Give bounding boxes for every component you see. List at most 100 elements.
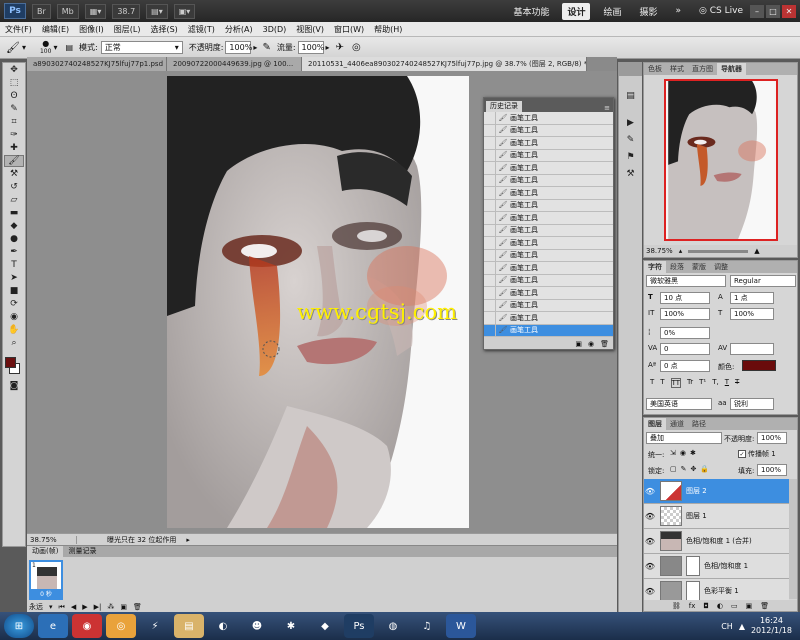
unify-position-icon[interactable]: ⇲ — [670, 449, 676, 457]
opacity-slider-icon[interactable]: ▸ — [253, 43, 257, 52]
history-brush-source-checkbox[interactable] — [484, 124, 496, 137]
quick-mask-icon[interactable]: ◙ — [4, 380, 24, 392]
minimize-button[interactable]: – — [750, 4, 764, 18]
layer-row-layer1[interactable]: 👁 图层 1 — [644, 504, 789, 529]
doc-tab-3[interactable]: 20110531_4406ea890302740248527KJ75lfuj77… — [302, 57, 587, 71]
text-color-swatch[interactable] — [742, 360, 776, 371]
gradient-tool-icon[interactable]: ▬ — [4, 207, 24, 219]
start-button[interactable]: ⊞ — [4, 614, 34, 638]
eraser-tool-icon[interactable]: ▱ — [4, 194, 24, 206]
workspace-design[interactable]: 设计 — [562, 2, 591, 20]
tab-animation[interactable]: 动画(帧) — [27, 546, 64, 557]
doc-tab-1[interactable]: a890302740248527KJ75lfuj77p1.psd — [27, 57, 167, 71]
strikethrough-button[interactable]: T — [735, 378, 739, 388]
tab-masks[interactable]: 蒙版 — [688, 261, 710, 273]
move-tool-icon[interactable]: ✥ — [4, 64, 24, 76]
lasso-tool-icon[interactable]: ʘ — [4, 90, 24, 102]
pressure-opacity-icon[interactable]: ✎ — [262, 42, 270, 53]
unify-style-icon[interactable]: ✱ — [690, 449, 696, 457]
layer-blend-mode-select[interactable]: 叠加 — [646, 432, 722, 444]
history-brush-source-checkbox[interactable] — [484, 211, 496, 224]
doc-tab-2[interactable]: 20090722000449639.jpg @ 100... — [167, 57, 302, 71]
history-brush-source-checkbox[interactable] — [484, 299, 496, 312]
tool-preset-dropdown-icon[interactable]: ▾ — [22, 43, 26, 52]
add-mask-icon[interactable]: ◘ — [703, 602, 709, 610]
zoom-level-field[interactable]: 38.7 — [112, 3, 141, 19]
subscript-button[interactable]: T, — [712, 378, 719, 388]
brush-dock-icon[interactable]: ✎ — [621, 132, 641, 148]
layer-row-hue-sat-merged[interactable]: 👁 色相/饱和度 1 (合并) — [644, 529, 789, 554]
menu-image[interactable]: 图像(I) — [74, 24, 109, 35]
language-tray-icon[interactable]: CH — [721, 622, 733, 631]
superscript-button[interactable]: T¹ — [699, 378, 706, 388]
frame-delay[interactable]: 0 秒 — [31, 589, 61, 598]
pen-tool-icon[interactable]: ✒ — [4, 246, 24, 258]
pressure-size-icon[interactable]: ◎ — [352, 42, 361, 53]
zoom-in-icon[interactable]: ▲ — [754, 247, 759, 255]
tab-adjustments[interactable]: 调整 — [710, 261, 732, 273]
tab-histogram[interactable]: 直方图 — [688, 63, 717, 75]
workspace-photography[interactable]: 摄影 — [635, 3, 663, 20]
navigator-preview[interactable] — [664, 79, 778, 241]
dodge-tool-icon[interactable]: ● — [4, 233, 24, 245]
history-state[interactable]: 🖌 画笔工具 — [484, 286, 613, 300]
duplicate-frame-icon[interactable]: ▣ — [120, 603, 127, 611]
history-brush-source-checkbox[interactable] — [484, 136, 496, 149]
tool-icon[interactable]: ◐ — [208, 614, 238, 638]
layers-scrollbar[interactable] — [789, 479, 797, 599]
maya-icon[interactable]: ⚡ — [140, 614, 170, 638]
qq-icon[interactable]: ☻ — [242, 614, 272, 638]
zoom-tool-icon[interactable]: ⌕ — [4, 337, 24, 349]
loop-chevron-icon[interactable]: ▾ — [49, 603, 53, 611]
brush-panel-toggle-icon[interactable]: ▤ — [65, 43, 73, 52]
panel-menu-icon[interactable]: ≡ — [604, 104, 610, 112]
crop-tool-icon[interactable]: ⌗ — [4, 116, 24, 128]
tab-paths[interactable]: 路径 — [688, 418, 710, 430]
font-style-select[interactable]: Regular — [730, 275, 796, 287]
history-brush-source-checkbox[interactable] — [484, 324, 496, 337]
word-icon[interactable]: W — [446, 614, 476, 638]
history-brush-source-checkbox[interactable] — [484, 311, 496, 324]
brush-tool-icon[interactable]: 🖌 — [6, 41, 20, 54]
tab-navigator[interactable]: 导航器 — [717, 63, 746, 75]
arrange-docs-button[interactable]: ▤▾ — [146, 3, 168, 19]
language-select[interactable]: 美国英语 — [646, 398, 712, 410]
flow-field[interactable]: 100% — [297, 41, 324, 54]
history-state[interactable]: 🖌 画笔工具 — [484, 236, 613, 250]
photoshop-taskbar-icon[interactable]: Ps — [344, 614, 374, 638]
font-size-field[interactable]: 10 点 — [660, 292, 710, 304]
history-state[interactable]: 🖌 画笔工具 — [484, 186, 613, 200]
new-snapshot-icon[interactable]: ◉ — [588, 340, 594, 348]
workspace-essentials[interactable]: 基本功能 — [508, 3, 554, 20]
history-brush-source-checkbox[interactable] — [484, 161, 496, 174]
history-state[interactable]: 🖌 画笔工具 — [484, 199, 613, 212]
horizontal-scale-field[interactable]: 100% — [730, 308, 774, 320]
unify-visibility-icon[interactable]: ◉ — [680, 449, 686, 457]
visibility-eye-icon[interactable]: 👁 — [644, 537, 656, 546]
menu-window[interactable]: 窗口(W) — [329, 24, 369, 35]
next-frame-icon[interactable]: ▶| — [94, 603, 102, 611]
document-canvas[interactable]: www.cgtsj.com — [167, 76, 469, 528]
menu-layer[interactable]: 图层(L) — [109, 24, 146, 35]
color-swatches[interactable] — [3, 353, 25, 379]
shape-tool-icon[interactable]: ■ — [4, 285, 24, 297]
lock-image-icon[interactable]: ✎ — [681, 465, 687, 473]
new-adjustment-icon[interactable]: ◐ — [717, 602, 723, 610]
disc-icon[interactable]: ◍ — [378, 614, 408, 638]
faux-bold-button[interactable]: T — [650, 378, 654, 388]
actions-dock-icon[interactable]: ▶ — [621, 115, 641, 131]
lock-all-icon[interactable]: 🔒 — [700, 465, 709, 473]
propagate-checkbox[interactable]: ✓ — [738, 450, 746, 458]
eyedropper-tool-icon[interactable]: ✑ — [4, 129, 24, 141]
media-icon[interactable]: ◆ — [310, 614, 340, 638]
baseline-field[interactable]: 0 点 — [660, 360, 710, 372]
tween-icon[interactable]: ⁂ — [107, 603, 114, 611]
menu-file[interactable]: 文件(F) — [0, 24, 37, 35]
zoom-out-icon[interactable]: ▴ — [679, 247, 683, 255]
layer-row-hue-sat[interactable]: 👁 色相/饱和度 1 — [644, 554, 789, 579]
menu-help[interactable]: 帮助(H) — [369, 24, 407, 35]
tab-history[interactable]: 历史记录 — [486, 101, 522, 112]
visibility-eye-icon[interactable]: 👁 — [644, 587, 656, 596]
view-extras-button[interactable]: ▦▾ — [84, 3, 107, 19]
zoom-slider[interactable] — [688, 249, 749, 253]
